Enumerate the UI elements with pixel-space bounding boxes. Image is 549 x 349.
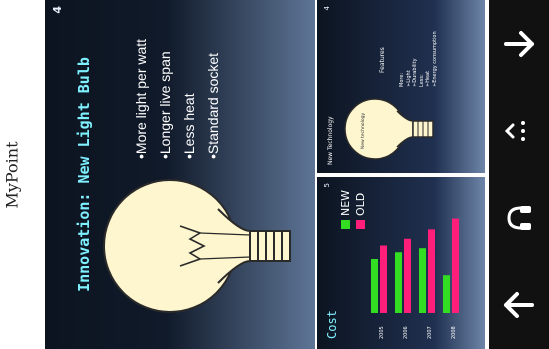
chart-bar-new: [395, 252, 402, 313]
bullet-list: •More light per watt •Longer live span •…: [133, 9, 229, 159]
thumbnail-page-number: 5: [323, 183, 331, 188]
bullet-item: •Standard socket: [205, 52, 221, 159]
up-arrow-icon: [504, 292, 534, 319]
cost-bar-chart: 2005 2006 2007 2008: [371, 218, 459, 339]
main-slide[interactable]: Innovation: New Light Bulb 4 •More light…: [45, 0, 315, 349]
legend-item-new: NEW: [339, 190, 352, 229]
bullet-item: •More light per watt: [133, 38, 149, 159]
slide-title: Innovation: New Light Bulb: [75, 57, 93, 292]
bullet-item: •Longer live span: [157, 51, 173, 159]
chart-category-label: 2006: [403, 326, 409, 339]
features-list: More: ➢Light ➢Durability Less: ➢Heat ➢En…: [399, 31, 438, 87]
bullet-item: •Less heat: [181, 93, 197, 159]
previous-slide-button[interactable]: [496, 21, 542, 67]
chart-bar-new: [443, 275, 450, 313]
chart-category-label: 2007: [427, 326, 433, 339]
legend-swatch-old: [356, 220, 365, 229]
headset-icon: [507, 206, 531, 231]
navigation-bar: [489, 0, 549, 349]
app-caption: MyPoint: [2, 141, 22, 209]
feature-item: ➢Energy consumption: [431, 31, 438, 87]
chart-bar-old: [428, 229, 435, 313]
thumbnail-page-number: 4: [323, 6, 331, 11]
chart-category-label: 2008: [451, 326, 457, 339]
thumbnail-title: New Technology: [327, 116, 334, 165]
down-arrow-icon: [504, 30, 534, 57]
next-slide-button[interactable]: [496, 282, 542, 328]
legend-label: NEW: [339, 189, 352, 216]
thumbnail-slide-technology[interactable]: New Technology 4 New technology Features…: [317, 0, 485, 173]
chart-bar-old: [380, 245, 387, 313]
bulb-label: New technology: [361, 112, 366, 150]
features-title: Features: [379, 47, 386, 73]
chevron-menu-icon: [504, 120, 525, 141]
chart-bar-old: [452, 218, 459, 313]
slide-thumbnails: Cost 5 NEW OLD 2005 2006 2007 2008 New Tech…: [317, 0, 485, 349]
light-bulb-thumbnail-illustration: [344, 98, 434, 160]
thumbnail-title: Cost: [325, 310, 339, 339]
chart-bar-new: [371, 259, 378, 313]
chart-bar-new: [419, 248, 426, 313]
light-bulb-illustration: [103, 179, 291, 313]
legend-swatch-new: [341, 220, 350, 229]
chart-bar-old: [404, 238, 411, 313]
slide-page-number: 4: [51, 6, 64, 14]
chart-category-label: 2005: [379, 326, 385, 339]
thumbnail-slide-cost[interactable]: Cost 5 NEW OLD 2005 2006 2007 2008: [317, 177, 485, 349]
phone-screen: Innovation: New Light Bulb 4 •More light…: [45, 0, 549, 349]
audio-button[interactable]: [496, 195, 542, 241]
menu-button[interactable]: [496, 108, 542, 154]
